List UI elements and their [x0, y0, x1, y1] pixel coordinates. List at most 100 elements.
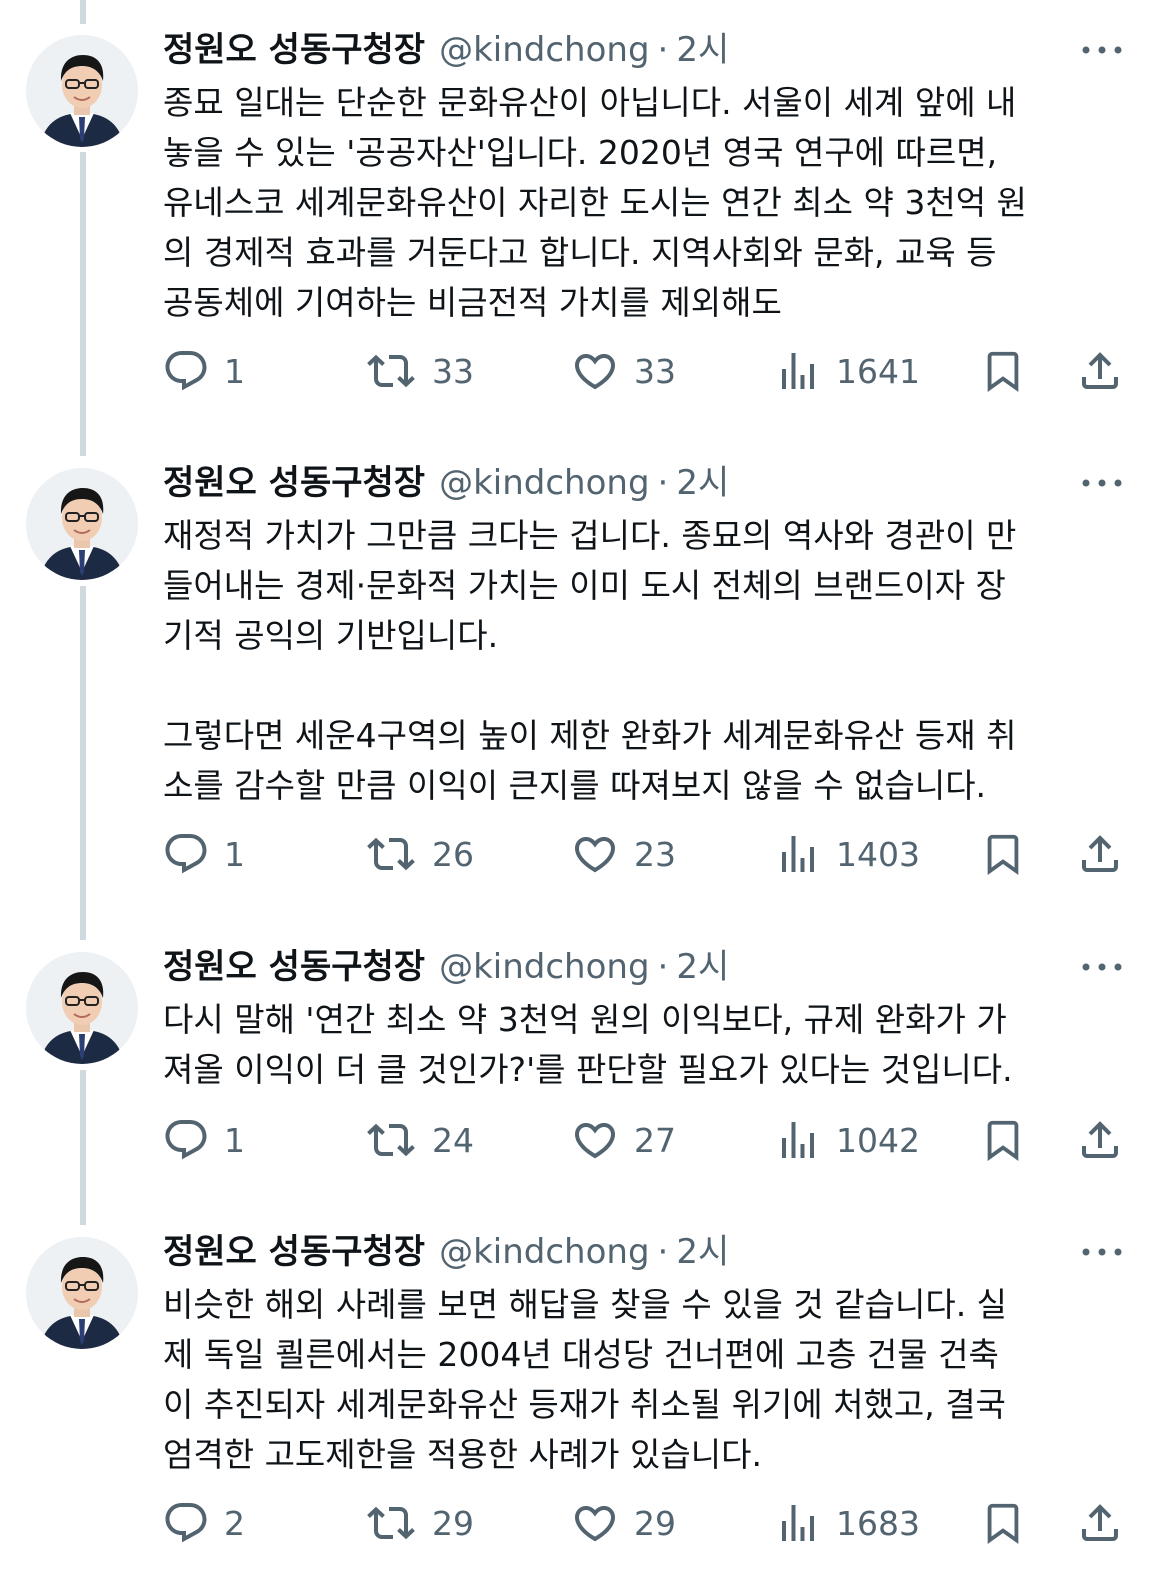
separator: ·	[657, 1232, 669, 1272]
share-button[interactable]	[1076, 343, 1124, 399]
view-count: 1042	[836, 1120, 920, 1160]
reply-count: 1	[224, 834, 245, 874]
timestamp[interactable]: 2시	[676, 942, 729, 992]
retweet-count: 24	[432, 1120, 474, 1160]
views-icon	[774, 347, 822, 395]
retweet-count: 33	[432, 351, 474, 391]
more-icon[interactable]	[1080, 35, 1124, 65]
reply-button[interactable]: 1	[162, 1112, 245, 1168]
retweet-icon	[364, 1116, 418, 1164]
reply-count: 1	[224, 1120, 245, 1160]
retweet-icon	[364, 830, 418, 878]
author-name[interactable]: 정원오 성동구청장	[163, 25, 425, 75]
tweet-text: 종묘 일대는 단순한 문화유산이 아닙니다. 서울이 세계 앞에 내 놓을 수 …	[163, 83, 1027, 322]
tweet-header: 정원오 성동구청장 @kindchong · 2시	[163, 458, 729, 508]
retweet-button[interactable]: 29	[364, 1495, 474, 1551]
tweet-header: 정원오 성동구청장 @kindchong · 2시	[163, 1227, 729, 1277]
bookmark-button[interactable]	[980, 1112, 1026, 1168]
action-bar: 1 26 23 1403	[0, 826, 1170, 882]
views-button[interactable]: 1641	[774, 343, 920, 399]
separator: ·	[657, 30, 669, 70]
view-count: 1641	[836, 351, 920, 391]
avatar[interactable]	[26, 468, 138, 580]
views-button[interactable]: 1042	[774, 1112, 920, 1168]
like-count: 23	[634, 834, 676, 874]
thread-line	[80, 0, 86, 24]
reply-icon	[162, 830, 210, 878]
tweet-text: 재정적 가치가 그만큼 크다는 겁니다. 종묘의 역사와 경관이 만 들어내는 …	[163, 516, 1017, 805]
tweet-header: 정원오 성동구청장 @kindchong · 2시	[163, 942, 729, 992]
timestamp[interactable]: 2시	[676, 25, 729, 75]
share-icon	[1076, 1116, 1124, 1164]
views-icon	[774, 1499, 822, 1547]
bookmark-button[interactable]	[980, 826, 1026, 882]
reply-icon	[162, 1499, 210, 1547]
bookmark-icon	[980, 829, 1026, 879]
retweet-count: 26	[432, 834, 474, 874]
action-bar: 1 33 33 1641	[0, 343, 1170, 399]
views-icon	[774, 830, 822, 878]
like-icon	[570, 1499, 620, 1547]
separator: ·	[657, 463, 669, 503]
retweet-count: 29	[432, 1503, 474, 1543]
retweet-icon	[364, 347, 418, 395]
reply-button[interactable]: 2	[162, 1495, 245, 1551]
like-icon	[570, 1116, 620, 1164]
like-button[interactable]: 29	[570, 1495, 676, 1551]
share-icon	[1076, 1499, 1124, 1547]
view-count: 1403	[836, 834, 920, 874]
tweet[interactable]: 정원오 성동구청장 @kindchong · 2시 비슷한 해외 사례를 보면 …	[0, 1227, 1170, 1589]
share-button[interactable]	[1076, 1495, 1124, 1551]
like-count: 27	[634, 1120, 676, 1160]
bookmark-button[interactable]	[980, 1495, 1026, 1551]
reply-icon	[162, 1116, 210, 1164]
tweet[interactable]: 정원오 성동구청장 @kindchong · 2시 다시 말해 '연간 최소 약…	[0, 942, 1170, 1192]
timestamp[interactable]: 2시	[676, 458, 729, 508]
views-icon	[774, 1116, 822, 1164]
views-button[interactable]: 1403	[774, 826, 920, 882]
author-name[interactable]: 정원오 성동구청장	[163, 1227, 425, 1277]
more-icon[interactable]	[1080, 468, 1124, 498]
share-icon	[1076, 830, 1124, 878]
like-button[interactable]: 23	[570, 826, 676, 882]
author-name[interactable]: 정원오 성동구청장	[163, 458, 425, 508]
share-button[interactable]	[1076, 1112, 1124, 1168]
bookmark-icon	[980, 1498, 1026, 1548]
like-count: 29	[634, 1503, 676, 1543]
action-bar: 1 24 27 1042	[0, 1112, 1170, 1168]
author-handle[interactable]: @kindchong	[439, 942, 649, 992]
tweet[interactable]: 정원오 성동구청장 @kindchong · 2시 종묘 일대는 단순한 문화유…	[0, 25, 1170, 425]
author-name[interactable]: 정원오 성동구청장	[163, 942, 425, 992]
share-button[interactable]	[1076, 826, 1124, 882]
retweet-button[interactable]: 24	[364, 1112, 474, 1168]
avatar[interactable]	[26, 35, 138, 147]
avatar[interactable]	[26, 1237, 138, 1349]
reply-count: 1	[224, 351, 245, 391]
more-icon[interactable]	[1080, 1237, 1124, 1267]
separator: ·	[657, 947, 669, 987]
timestamp[interactable]: 2시	[676, 1227, 729, 1277]
reply-button[interactable]: 1	[162, 343, 245, 399]
retweet-button[interactable]: 33	[364, 343, 474, 399]
bookmark-icon	[980, 346, 1026, 396]
tweet-text: 다시 말해 '연간 최소 약 3천억 원의 이익보다, 규제 완화가 가 져올 …	[163, 1000, 1013, 1089]
reply-button[interactable]: 1	[162, 826, 245, 882]
author-handle[interactable]: @kindchong	[439, 25, 649, 75]
reply-icon	[162, 347, 210, 395]
author-handle[interactable]: @kindchong	[439, 458, 649, 508]
avatar[interactable]	[26, 952, 138, 1064]
more-icon[interactable]	[1080, 952, 1124, 982]
author-handle[interactable]: @kindchong	[439, 1227, 649, 1277]
tweet[interactable]: 정원오 성동구청장 @kindchong · 2시 재정적 가치가 그만큼 크다…	[0, 458, 1170, 908]
tweet-text: 비슷한 해외 사례를 보면 해답을 찾을 수 있을 것 같습니다. 실 제 독일…	[163, 1285, 1008, 1474]
like-icon	[570, 830, 620, 878]
retweet-button[interactable]: 26	[364, 826, 474, 882]
share-icon	[1076, 347, 1124, 395]
bookmark-button[interactable]	[980, 343, 1026, 399]
views-button[interactable]: 1683	[774, 1495, 920, 1551]
bookmark-icon	[980, 1115, 1026, 1165]
like-count: 33	[634, 351, 676, 391]
like-button[interactable]: 27	[570, 1112, 676, 1168]
action-bar: 2 29 29 1683	[0, 1495, 1170, 1551]
like-button[interactable]: 33	[570, 343, 676, 399]
